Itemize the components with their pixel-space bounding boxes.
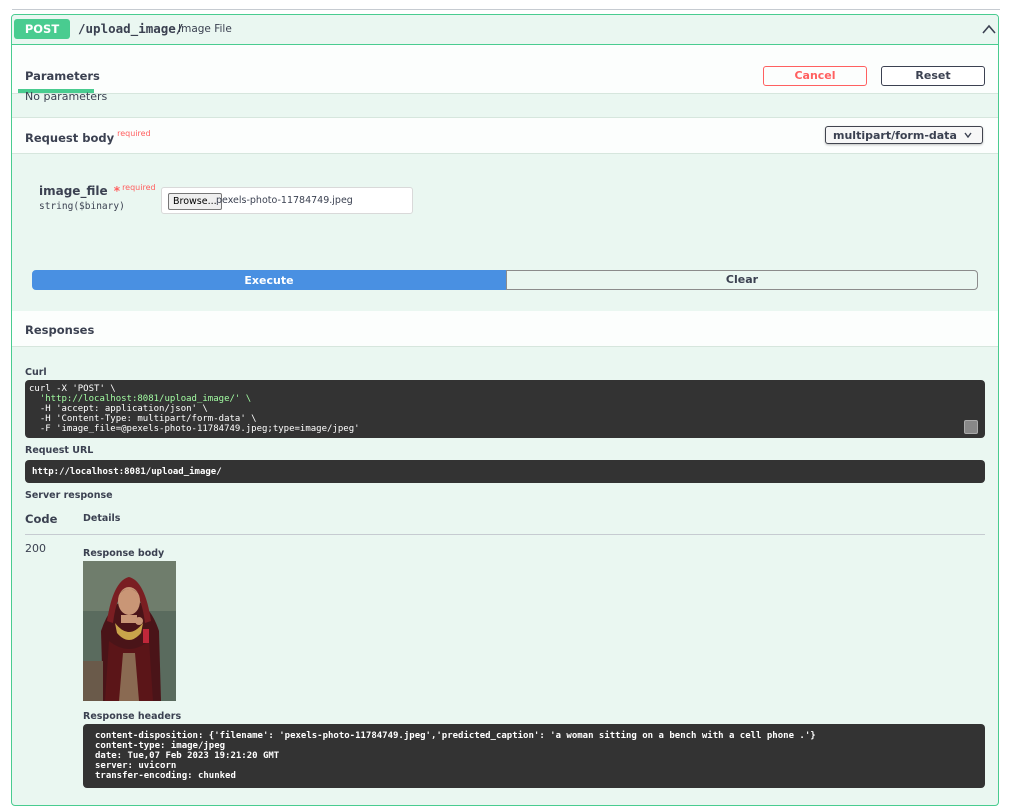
curl-line-text: -H 'accept: application/json' \	[29, 404, 208, 414]
response-code: 200	[25, 542, 46, 555]
curl-line-text: -H 'Content-Type: multipart/form-data' \	[29, 414, 257, 424]
field-name-text: image_file	[39, 184, 108, 198]
execute-button[interactable]: Execute	[32, 270, 506, 290]
code-column-header: Code	[25, 512, 58, 526]
server-response-label: Server response	[25, 490, 113, 501]
operation-block: POST /upload_image/ Image File Parameter…	[11, 14, 999, 806]
response-body-label: Response body	[83, 548, 165, 559]
header-line: date: Tue,07 Feb 2023 19:21:20 GMT	[95, 751, 280, 761]
curl-line: -F 'image_file=@pexels-photo-11784749.jp…	[29, 424, 981, 434]
details-column-header: Details	[83, 513, 121, 524]
operation-path: /upload_image/	[78, 21, 184, 36]
method-badge: POST	[14, 19, 70, 39]
chevron-down-icon	[964, 132, 972, 138]
request-body-title-text: Request body	[25, 131, 115, 145]
selected-file-name: pexels-photo-11784749.jpeg	[216, 195, 353, 206]
operation-summary[interactable]: POST /upload_image/ Image File	[12, 15, 998, 45]
request-body-header: Request body required multipart/form-data	[12, 117, 998, 154]
responses-header: Responses	[12, 311, 998, 347]
required-star: *	[113, 184, 121, 198]
copy-icon[interactable]	[964, 420, 978, 434]
response-image	[83, 561, 176, 701]
table-divider	[25, 534, 985, 535]
top-divider	[12, 9, 1000, 10]
header-line: content-disposition: {'filename': 'pexel…	[95, 731, 816, 741]
required-label: required	[117, 129, 151, 138]
field-type: string($binary)	[39, 201, 125, 212]
field-required-label: required	[122, 183, 156, 192]
curl-line-text: -F 'image_file=@pexels-photo-11784749.jp…	[29, 424, 360, 434]
cancel-button[interactable]: Cancel	[763, 66, 867, 86]
file-input[interactable]: Browse... pexels-photo-11784749.jpeg	[161, 187, 413, 214]
parameters-header: Parameters Cancel Reset	[12, 45, 998, 94]
content-type-value: multipart/form-data	[833, 129, 957, 142]
curl-line: 'http://localhost:8081/upload_image/' \	[29, 394, 981, 404]
curl-line: curl -X 'POST' \	[29, 384, 981, 394]
reset-button[interactable]: Reset	[881, 66, 985, 86]
header-line: transfer-encoding: chunked	[95, 771, 236, 781]
curl-label: Curl	[25, 367, 47, 378]
request-url-label: Request URL	[25, 445, 94, 456]
curl-line-text: curl -X 'POST' \	[29, 384, 116, 394]
curl-line: -H 'accept: application/json' \	[29, 404, 981, 414]
request-url-block: http://localhost:8081/upload_image/	[25, 460, 985, 483]
tab-parameters[interactable]: Parameters	[25, 69, 100, 83]
request-body-title: Request body required	[25, 129, 151, 145]
header-line: content-type: image/jpeg	[95, 741, 226, 751]
operation-description: Image File	[178, 23, 232, 35]
curl-line: -H 'Content-Type: multipart/form-data' \	[29, 414, 981, 424]
content-type-select[interactable]: multipart/form-data	[825, 126, 983, 144]
response-headers-block: content-disposition: {'filename': 'pexel…	[83, 724, 985, 788]
curl-line-text: 'http://localhost:8081/upload_image/' \	[29, 394, 252, 404]
chevron-up-icon[interactable]	[982, 23, 996, 35]
header-line: server: uvicorn	[95, 761, 177, 771]
browse-button[interactable]: Browse...	[168, 193, 222, 210]
response-headers-label: Response headers	[83, 711, 182, 722]
responses-title: Responses	[25, 323, 95, 337]
field-name: image_file * required	[39, 183, 156, 198]
curl-code-block[interactable]: curl -X 'POST' \ 'http://localhost:8081/…	[25, 380, 985, 438]
no-parameters-text: No parameters	[25, 90, 108, 103]
clear-button[interactable]: Clear	[506, 270, 978, 290]
